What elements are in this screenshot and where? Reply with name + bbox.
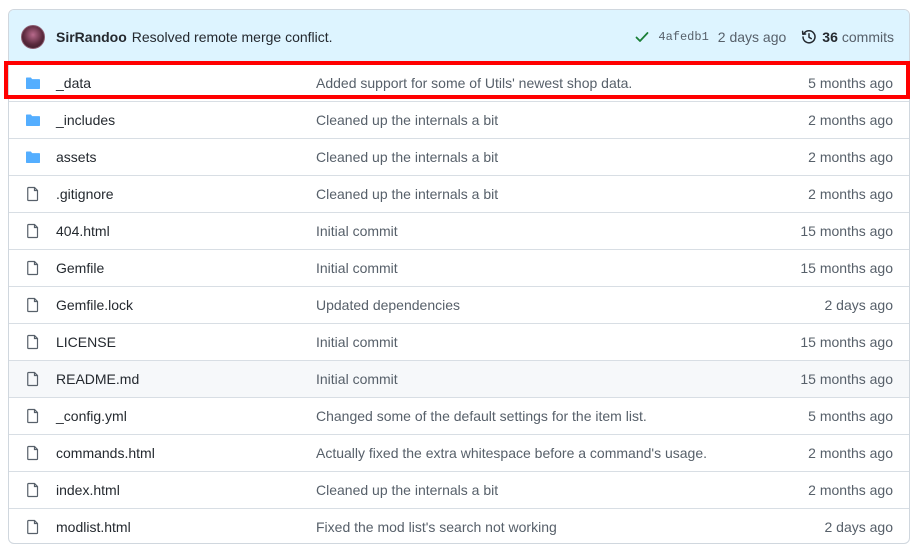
file-row[interactable]: README.md Initial commit 15 months ago	[9, 360, 909, 397]
commit-message-link[interactable]: Initial commit	[316, 223, 398, 239]
commit-message-link[interactable]: Updated dependencies	[316, 297, 460, 313]
file-name-link[interactable]: assets	[56, 149, 96, 165]
commit-time: 2 months ago	[808, 482, 893, 498]
file-name-link[interactable]: _config.yml	[56, 408, 127, 424]
commit-message-link[interactable]: Cleaned up the internals a bit	[316, 112, 498, 128]
file-row[interactable]: .gitignore Cleaned up the internals a bit…	[9, 175, 909, 212]
check-icon[interactable]	[634, 29, 650, 45]
file-icon	[25, 408, 41, 424]
commit-time: 15 months ago	[800, 223, 893, 239]
commit-message-link[interactable]: Cleaned up the internals a bit	[316, 149, 498, 165]
commit-time: 2 days ago	[824, 297, 894, 313]
commit-time: 5 months ago	[808, 74, 893, 91]
file-name-link[interactable]: Gemfile.lock	[56, 297, 133, 313]
file-icon	[25, 334, 41, 350]
file-name-link[interactable]: commands.html	[56, 445, 155, 461]
commit-message-link[interactable]: Added support for some of Utils' newest …	[316, 75, 632, 91]
file-row[interactable]: Gemfile.lock Updated dependencies 2 days a…	[9, 286, 909, 323]
commit-time: 2 months ago	[808, 445, 893, 461]
file-icon	[25, 297, 41, 313]
commits-history-link[interactable]: 36 commits	[801, 29, 894, 45]
commit-time: 2 months ago	[808, 112, 893, 128]
commit-message-link[interactable]: Cleaned up the internals a bit	[316, 482, 498, 498]
commit-time: 15 months ago	[800, 334, 893, 350]
commit-time: 2 days ago	[717, 28, 787, 45]
file-browser: SirRandoo Resolved remote merge conflict…	[8, 9, 910, 544]
commit-message-link[interactable]: Fixed the mod list's search not working	[316, 519, 557, 535]
commit-message-link[interactable]: Initial commit	[316, 371, 398, 387]
file-icon	[25, 186, 41, 202]
avatar[interactable]	[21, 24, 45, 49]
file-row[interactable]: modlist.html Fixed the mod list's search …	[9, 508, 909, 543]
file-icon	[25, 519, 41, 535]
file-row[interactable]: _data Added support for some of Utils' ne…	[9, 64, 909, 101]
commit-message-link[interactable]: Initial commit	[316, 260, 398, 276]
folder-icon	[25, 75, 41, 91]
latest-commit-message[interactable]: Resolved remote merge conflict.	[132, 29, 333, 45]
commit-message-link[interactable]: Actually fixed the extra whitespace befo…	[316, 445, 707, 461]
folder-icon	[25, 112, 41, 128]
file-row[interactable]: 404.html Initial commit 15 months ago	[9, 212, 909, 249]
latest-commit-bar: SirRandoo Resolved remote merge conflict…	[9, 10, 909, 64]
commit-time: 15 months ago	[800, 371, 893, 387]
commit-message-link[interactable]: Initial commit	[316, 334, 398, 350]
commits-label: commits	[841, 28, 894, 45]
file-list: _data Added support for some of Utils' ne…	[9, 64, 909, 543]
file-icon	[25, 371, 41, 387]
file-row[interactable]: LICENSE Initial commit 15 months ago	[9, 323, 909, 360]
file-icon	[25, 260, 41, 276]
file-row[interactable]: index.html Cleaned up the internals a bit…	[9, 471, 909, 508]
commit-time: 2 months ago	[808, 149, 893, 165]
commit-time: 5 months ago	[808, 408, 893, 424]
history-icon	[801, 29, 817, 45]
file-name-link[interactable]: index.html	[56, 482, 120, 498]
file-row[interactable]: assets Cleaned up the internals a bit 2 mo…	[9, 138, 909, 175]
commit-time: 2 days ago	[824, 519, 894, 535]
file-name-link[interactable]: modlist.html	[56, 519, 131, 535]
file-name-link[interactable]: LICENSE	[56, 334, 116, 350]
folder-icon	[25, 149, 41, 165]
file-name-link[interactable]: README.md	[56, 371, 139, 387]
file-icon	[25, 223, 41, 239]
file-name-link[interactable]: _data	[56, 75, 91, 91]
commit-time: 15 months ago	[800, 260, 893, 276]
file-row[interactable]: _config.yml Changed some of the default s…	[9, 397, 909, 434]
commit-author-link[interactable]: SirRandoo	[56, 29, 127, 45]
file-name-link[interactable]: .gitignore	[56, 186, 114, 202]
file-row[interactable]: Gemfile Initial commit 15 months ago	[9, 249, 909, 286]
commit-message-link[interactable]: Cleaned up the internals a bit	[316, 186, 498, 202]
commit-message-link[interactable]: Changed some of the default settings for…	[316, 408, 647, 424]
file-icon	[25, 482, 41, 498]
commit-sha-link[interactable]: 4afedb1	[658, 30, 708, 44]
file-name-link[interactable]: Gemfile	[56, 260, 104, 276]
commit-time: 2 months ago	[808, 186, 893, 202]
file-row[interactable]: _includes Cleaned up the internals a bit 2…	[9, 101, 909, 138]
commit-count: 36	[822, 28, 838, 45]
file-name-link[interactable]: 404.html	[56, 223, 110, 239]
file-icon	[25, 445, 41, 461]
file-name-link[interactable]: _includes	[56, 112, 115, 128]
file-row[interactable]: commands.html Actually fixed the extra wh…	[9, 434, 909, 471]
